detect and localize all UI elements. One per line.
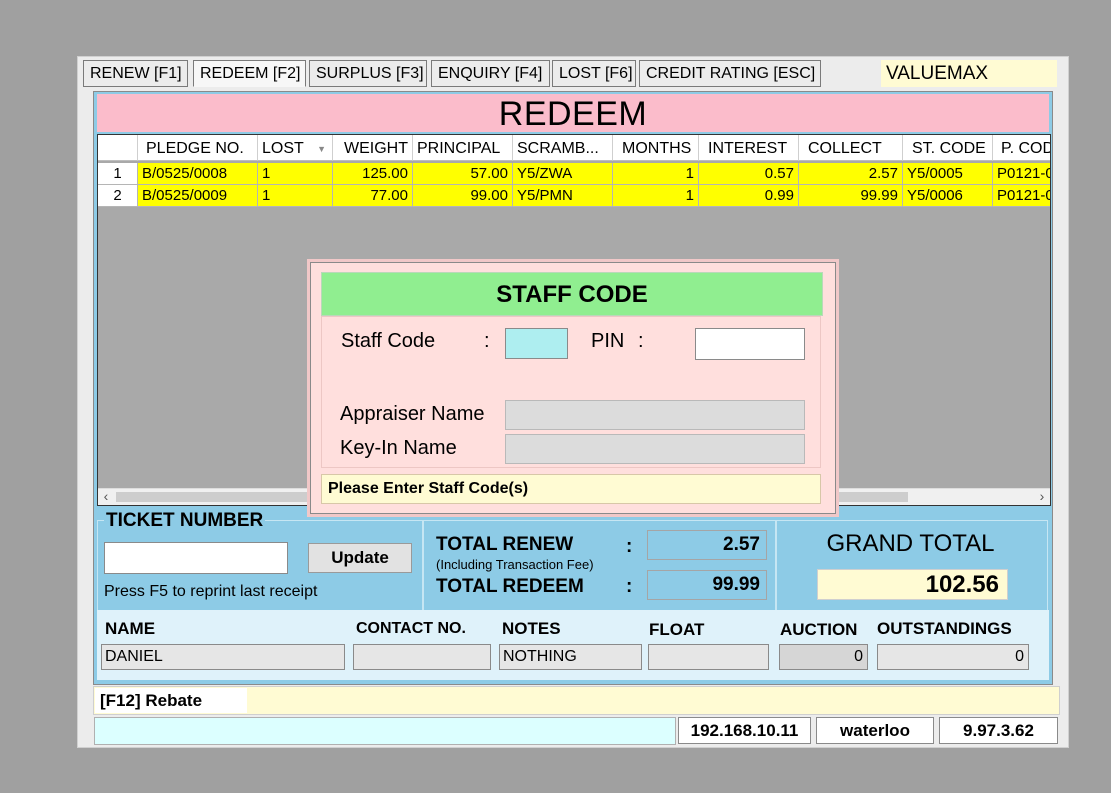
pledge-no: B/0525/0009 xyxy=(138,185,258,207)
outstandings-field: 0 xyxy=(877,644,1029,670)
column-header[interactable]: WEIGHT xyxy=(333,135,413,161)
scramble: Y5/PMN xyxy=(513,185,613,207)
contact-field[interactable] xyxy=(353,644,491,670)
principal: 57.00 xyxy=(413,163,513,185)
interest: 0.57 xyxy=(699,163,799,185)
tab-redeem[interactable]: REDEEM [F2] xyxy=(193,60,306,87)
column-header[interactable]: PRINCIPAL xyxy=(413,135,513,161)
ip-address: 192.168.10.11 xyxy=(678,717,811,744)
total-renew-sub: (Including Transaction Fee) xyxy=(436,557,594,572)
pin-input[interactable] xyxy=(695,328,805,360)
update-button[interactable]: Update xyxy=(308,543,412,573)
header-corner xyxy=(98,135,138,161)
float-label: FLOAT xyxy=(649,620,705,639)
appraiser-name-label: Appraiser Name xyxy=(340,403,485,425)
column-header[interactable]: ST. CODE xyxy=(903,135,993,161)
location: waterloo xyxy=(816,717,934,744)
tab-lost[interactable]: LOST [F6] xyxy=(552,60,636,87)
weight: 77.00 xyxy=(333,185,413,207)
keyin-name-field xyxy=(505,434,805,464)
reprint-hint: Press F5 to reprint last receipt xyxy=(104,583,318,600)
row-index: 2 xyxy=(98,185,138,207)
staff-code-label: Staff Code xyxy=(341,330,436,352)
column-header[interactable]: P. COD xyxy=(993,135,1050,161)
ticket-heading: TICKET NUMBER xyxy=(104,510,266,532)
weight: 125.00 xyxy=(333,163,413,185)
contact-label: CONTACT NO. xyxy=(356,620,466,637)
total-renew-value: 2.57 xyxy=(647,530,767,560)
column-header[interactable]: PLEDGE NO. xyxy=(138,135,258,161)
principal: 99.00 xyxy=(413,185,513,207)
brand-label: VALUEMAX xyxy=(881,60,1057,87)
table-row[interactable]: 1 B/0525/0008 1 125.00 57.00 Y5/ZWA 1 0.… xyxy=(98,163,1050,185)
tab-enquiry[interactable]: ENQUIRY [F4] xyxy=(431,60,550,87)
dialog-title: STAFF CODE xyxy=(321,272,823,316)
colon: : xyxy=(626,536,633,557)
version: 9.97.3.62 xyxy=(939,717,1058,744)
collect: 99.99 xyxy=(799,185,903,207)
ticket-number-input[interactable] xyxy=(104,542,288,574)
pledge-no: B/0525/0008 xyxy=(138,163,258,185)
staff-code-dialog: STAFF CODE Staff Code : PIN : Appraiser … xyxy=(310,262,836,514)
tab-renew[interactable]: RENEW [F1] xyxy=(83,60,188,87)
st-code: Y5/0006 xyxy=(903,185,993,207)
staff-code-input[interactable] xyxy=(505,328,568,359)
months: 1 xyxy=(613,185,699,207)
scroll-left-icon[interactable]: ‹ xyxy=(98,489,114,505)
notes-label: NOTES xyxy=(502,619,561,638)
outstandings-label: OUTSTANDINGS xyxy=(877,619,1012,638)
st-code: Y5/0005 xyxy=(903,163,993,185)
interest: 0.99 xyxy=(699,185,799,207)
rebate-button[interactable]: [F12] Rebate xyxy=(95,688,247,713)
sort-dropdown-icon[interactable]: ▼ xyxy=(317,135,326,160)
colon: : xyxy=(484,330,490,352)
colon: : xyxy=(638,330,644,352)
auction-field: 0 xyxy=(779,644,868,670)
column-header[interactable]: SCRAMB... xyxy=(513,135,613,161)
scroll-right-icon[interactable]: › xyxy=(1034,489,1050,505)
lost: 1 xyxy=(258,163,333,185)
colon: : xyxy=(626,576,633,597)
total-redeem-label: TOTAL REDEEM xyxy=(436,576,584,597)
tab-credit-rating[interactable]: CREDIT RATING [ESC] xyxy=(639,60,821,87)
column-header[interactable]: COLLECT xyxy=(799,135,903,161)
page-title: REDEEM xyxy=(97,94,1049,133)
total-redeem-value: 99.99 xyxy=(647,570,767,600)
scramble: Y5/ZWA xyxy=(513,163,613,185)
column-header[interactable]: INTEREST xyxy=(699,135,799,161)
collect: 2.57 xyxy=(799,163,903,185)
column-header-label: LOST xyxy=(262,140,304,157)
auction-label: AUCTION xyxy=(780,620,858,639)
name-field[interactable]: DANIEL xyxy=(101,644,345,670)
lost: 1 xyxy=(258,185,333,207)
table-header: PLEDGE NO. LOST ▼ WEIGHT PRINCIPAL SCRAMB… xyxy=(98,135,1050,161)
pin-label: PIN xyxy=(591,330,625,352)
row-index: 1 xyxy=(98,163,138,185)
appraiser-name-field xyxy=(505,400,805,430)
rebate-bar: [F12] Rebate xyxy=(93,686,1060,715)
months: 1 xyxy=(613,163,699,185)
notes-field[interactable]: NOTHING xyxy=(499,644,642,670)
grand-total-label: GRAND TOTAL xyxy=(826,530,995,557)
grand-total-value: 102.56 xyxy=(817,569,1008,600)
table-row[interactable]: 2 B/0525/0009 1 77.00 99.00 Y5/PMN 1 0.9… xyxy=(98,185,1050,207)
tab-surplus[interactable]: SURPLUS [F3] xyxy=(309,60,427,87)
p-code: P0121-0 xyxy=(993,163,1050,185)
p-code: P0121-0 xyxy=(993,185,1050,207)
total-renew-label: TOTAL RENEW xyxy=(436,534,574,555)
column-header[interactable]: LOST ▼ xyxy=(258,135,333,161)
dialog-message: Please Enter Staff Code(s) xyxy=(321,474,821,504)
name-label: NAME xyxy=(105,619,156,638)
column-header[interactable]: MONTHS xyxy=(613,135,699,161)
status-message xyxy=(94,717,676,745)
keyin-name-label: Key-In Name xyxy=(340,437,457,459)
float-field[interactable] xyxy=(648,644,769,670)
